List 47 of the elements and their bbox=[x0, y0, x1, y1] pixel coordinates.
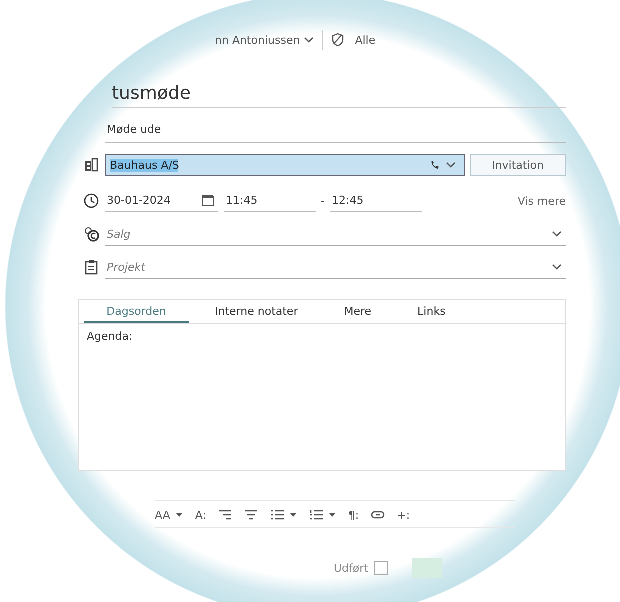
end-time-field[interactable]: 12:45 bbox=[330, 190, 422, 212]
done-checkbox[interactable] bbox=[374, 561, 388, 575]
shield-icon bbox=[331, 33, 346, 47]
sales-dropdown[interactable]: Salg bbox=[105, 224, 566, 246]
subject-field[interactable]: tusmøde bbox=[112, 83, 566, 108]
done-label: Udført bbox=[334, 562, 368, 574]
caret-down-icon bbox=[329, 513, 336, 517]
chevron-down-icon bbox=[552, 264, 562, 270]
toolbar-button[interactable] bbox=[244, 509, 258, 521]
align-center-icon bbox=[244, 509, 258, 521]
company-field[interactable]: Bauhaus A/S bbox=[105, 154, 465, 176]
toolbar-button[interactable] bbox=[270, 509, 284, 521]
chevron-down-icon bbox=[304, 37, 314, 43]
start-time-field[interactable]: 11:45 bbox=[224, 190, 316, 212]
tab[interactable]: Mere bbox=[344, 300, 372, 323]
toolbar-button[interactable]: AA bbox=[155, 508, 170, 522]
align-right-icon bbox=[218, 509, 232, 521]
caret-down-icon bbox=[290, 513, 298, 517]
show-more-link[interactable]: Vis mere bbox=[518, 194, 566, 208]
link-icon bbox=[371, 509, 386, 521]
toolbar-button[interactable]: ¶: bbox=[348, 508, 360, 522]
numbered-list-icon bbox=[309, 509, 324, 521]
owner-dropdown[interactable]: nn Antoniussen bbox=[215, 34, 300, 46]
toolbar-button[interactable]: A: bbox=[195, 508, 206, 522]
chevron-down-icon bbox=[552, 231, 562, 237]
invitation-button[interactable]: Invitation bbox=[470, 154, 566, 176]
caret-down-icon bbox=[176, 513, 184, 517]
tab[interactable]: Interne notater bbox=[215, 300, 298, 323]
tab[interactable]: Dagsorden bbox=[84, 300, 189, 323]
editor-text[interactable]: Agenda: bbox=[79, 324, 565, 349]
date-value: 30-01-2024 bbox=[107, 194, 171, 207]
location-field[interactable]: Møde ude bbox=[105, 118, 566, 143]
calendar-icon bbox=[202, 195, 214, 206]
time-separator: - bbox=[320, 194, 326, 208]
toolbar-button[interactable]: +: bbox=[397, 508, 410, 522]
date-field[interactable]: 30-01-2024 bbox=[105, 190, 218, 212]
tab[interactable]: Links bbox=[418, 300, 446, 323]
toolbar-button[interactable] bbox=[218, 509, 232, 521]
placeholder-text: Projekt bbox=[107, 260, 146, 274]
toolbar-button[interactable] bbox=[371, 509, 386, 521]
toolbar-button[interactable] bbox=[309, 509, 324, 521]
bulleted-list-icon bbox=[270, 509, 284, 521]
visibility-label[interactable]: Alle bbox=[355, 34, 376, 46]
project-dropdown[interactable]: Projekt bbox=[105, 256, 566, 278]
placeholder-text: Salg bbox=[107, 228, 131, 240]
phone-icon bbox=[430, 160, 440, 170]
chevron-down-icon bbox=[446, 162, 456, 168]
